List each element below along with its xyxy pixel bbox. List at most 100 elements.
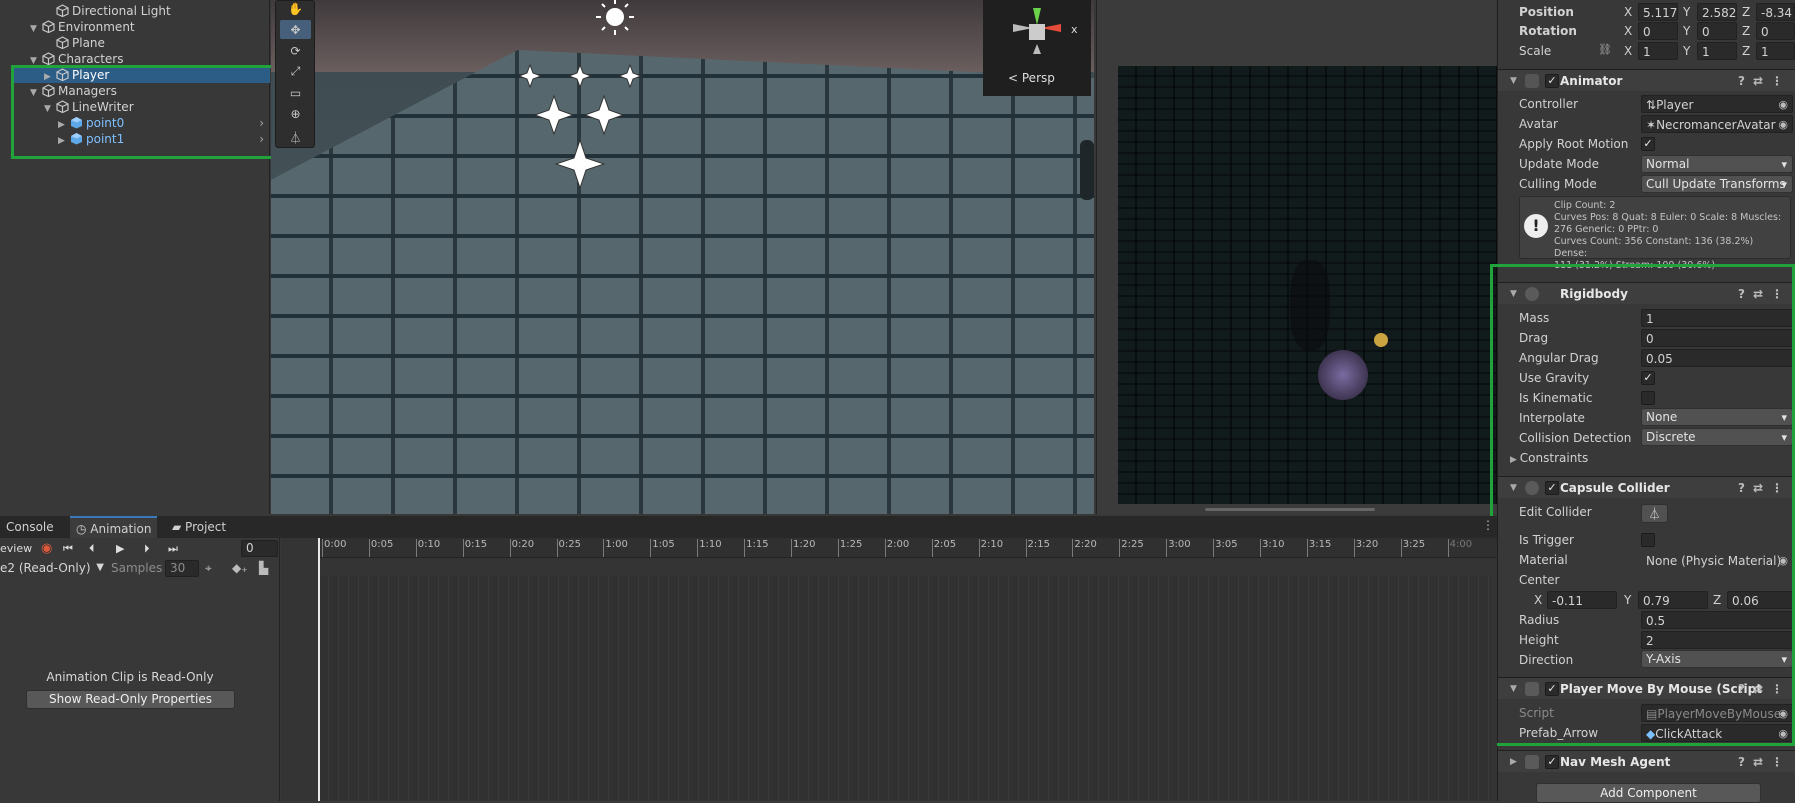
is-kinematic-checkbox[interactable]: [1641, 391, 1655, 405]
component-menu-icons[interactable]: ?⇄⋮: [1738, 70, 1791, 92]
play-icon[interactable]: ▶: [116, 541, 124, 557]
is-trigger-checkbox[interactable]: [1641, 533, 1655, 547]
nav-mesh-agent-enabled-checkbox[interactable]: ✓: [1545, 755, 1559, 769]
persp-toggle[interactable]: < Persp: [1008, 71, 1055, 85]
material-field[interactable]: None (Physic Material) ◉: [1641, 551, 1793, 569]
preview-button[interactable]: eview: [0, 541, 32, 557]
rotation-y-field[interactable]: 0: [1697, 22, 1737, 40]
transform-tool-icon[interactable]: ⊕: [280, 104, 311, 123]
radius-field[interactable]: 0.5: [1641, 611, 1795, 629]
hierarchy-item[interactable]: Directional Light: [0, 3, 270, 19]
edit-collider-button[interactable]: ⏃: [1641, 504, 1668, 523]
capsule-collider-header[interactable]: ▼ ✓ Capsule Collider ?⇄⋮: [1498, 476, 1795, 498]
hierarchy-item[interactable]: ▶ point1 ›: [0, 131, 270, 147]
hierarchy-item[interactable]: ▶ Player: [12, 67, 270, 83]
tab-animation[interactable]: ◷ Animation: [70, 516, 158, 538]
apply-root-motion-checkbox[interactable]: ✓: [1641, 137, 1655, 151]
component-menu-icons[interactable]: ?⇄⋮: [1738, 751, 1791, 773]
samples-field[interactable]: 30: [165, 560, 199, 577]
prev-key-icon[interactable]: ⏴: [89, 541, 95, 557]
show-read-only-properties-button[interactable]: Show Read-Only Properties: [26, 690, 235, 709]
controller-field[interactable]: ⇅Player ◉: [1641, 95, 1793, 113]
scale-tool-icon[interactable]: ⤢: [280, 62, 311, 81]
tab-project[interactable]: ▰ Project: [166, 516, 232, 538]
scale-z-field[interactable]: 1: [1756, 42, 1795, 60]
script-enabled-checkbox[interactable]: ✓: [1545, 682, 1559, 696]
mass-field[interactable]: 1: [1641, 309, 1795, 327]
scale-x-field[interactable]: 1: [1638, 42, 1678, 60]
hierarchy-item[interactable]: ▶ point0 ›: [0, 115, 270, 131]
custom-tool-icon[interactable]: ⏃: [280, 128, 311, 147]
hierarchy-item[interactable]: Plane: [0, 35, 270, 51]
center-x-field[interactable]: -0.11: [1547, 591, 1617, 609]
position-y-field[interactable]: 2.582: [1697, 3, 1737, 21]
open-prefab-chevron-icon[interactable]: ›: [259, 115, 264, 131]
next-key-icon[interactable]: ⏵: [144, 541, 150, 557]
rotation-z-field[interactable]: 0: [1756, 22, 1795, 40]
playhead[interactable]: [318, 538, 320, 801]
rotate-tool-icon[interactable]: ⟳: [280, 41, 311, 60]
fold-arrow-icon[interactable]: ▼: [1510, 477, 1517, 499]
position-x-field[interactable]: 5.117: [1638, 3, 1678, 21]
first-key-icon[interactable]: ⏮: [63, 541, 73, 557]
tab-console[interactable]: Console: [0, 516, 60, 538]
hierarchy-item[interactable]: ▼ LineWriter: [0, 99, 270, 115]
frame-field[interactable]: 0: [241, 540, 278, 557]
rigidbody-header[interactable]: ▼ Rigidbody ?⇄⋮: [1498, 282, 1795, 304]
interpolate-dropdown[interactable]: None: [1641, 408, 1793, 426]
dopesheet-tracks[interactable]: [318, 576, 1491, 801]
sun-icon[interactable]: [592, 0, 638, 36]
open-prefab-chevron-icon[interactable]: ›: [259, 131, 264, 147]
prefab-arrow-field[interactable]: ◆ClickAttack ◉: [1641, 724, 1793, 742]
object-picker-icon[interactable]: ◉: [1778, 116, 1788, 132]
rotation-x-field[interactable]: 0: [1638, 22, 1678, 40]
constraints-foldout[interactable]: ▶ Constraints: [1510, 449, 1588, 467]
direction-dropdown[interactable]: Y-Axis: [1641, 650, 1793, 668]
object-picker-icon[interactable]: ◉: [1778, 725, 1788, 741]
use-gravity-checkbox[interactable]: ✓: [1641, 371, 1655, 385]
culling-mode-dropdown[interactable]: Cull Update Transforms: [1641, 175, 1793, 193]
panel-menu-icon[interactable]: ⋮: [1482, 518, 1494, 532]
rect-tool-icon[interactable]: ▭: [280, 83, 311, 102]
player-move-script-header[interactable]: ▼ ✓ Player Move By Mouse (Script ?⇄⋮: [1498, 677, 1795, 699]
hierarchy-item[interactable]: ▼ Characters: [0, 51, 270, 67]
component-menu-icons[interactable]: ?⇄⋮: [1738, 477, 1791, 499]
center-z-field[interactable]: 0.06: [1727, 591, 1795, 609]
avatar-field[interactable]: ✶NecromancerAvatar ◉: [1641, 115, 1793, 133]
fold-arrow-icon[interactable]: ▼: [1510, 70, 1517, 92]
add-event-icon[interactable]: ◆₊: [232, 561, 248, 575]
last-key-icon[interactable]: ⏭: [168, 541, 178, 557]
capsule-collider-enabled-checkbox[interactable]: ✓: [1545, 481, 1559, 495]
position-z-field[interactable]: -8.34: [1756, 3, 1795, 21]
fold-arrow-icon[interactable]: ▼: [1510, 283, 1517, 305]
object-picker-icon[interactable]: ◉: [1778, 96, 1788, 112]
hierarchy-item[interactable]: ▼ Managers: [0, 83, 270, 99]
component-menu-icons[interactable]: ?⇄⋮: [1738, 283, 1791, 305]
fold-arrow-icon[interactable]: ▶: [1510, 751, 1517, 773]
constrain-scale-icon[interactable]: ⛓: [1598, 43, 1612, 56]
angular-drag-field[interactable]: 0.05: [1641, 349, 1795, 367]
object-picker-icon[interactable]: ◉: [1778, 552, 1788, 568]
hand-tool-icon[interactable]: ✋: [280, 0, 311, 18]
drag-field[interactable]: 0: [1641, 329, 1795, 347]
fold-arrow-icon[interactable]: ▶: [58, 133, 70, 149]
animator-enabled-checkbox[interactable]: ✓: [1545, 74, 1559, 88]
scale-y-field[interactable]: 1: [1697, 42, 1737, 60]
add-marker-icon[interactable]: ▙: [259, 561, 268, 575]
add-keyframe-icon[interactable]: ⌖: [205, 561, 212, 576]
record-icon[interactable]: ◉: [41, 541, 52, 557]
add-component-button[interactable]: Add Component: [1536, 783, 1761, 803]
component-menu-icons[interactable]: ?⇄⋮: [1738, 678, 1791, 700]
fold-arrow-icon[interactable]: ▼: [1510, 678, 1517, 700]
center-y-field[interactable]: 0.79: [1638, 591, 1708, 609]
point-light-icons[interactable]: [514, 60, 649, 195]
animator-header[interactable]: ▼ ✓ Animator ?⇄⋮: [1498, 69, 1795, 91]
clip-dropdown[interactable]: e2 (Read-Only) ▼: [0, 560, 106, 577]
move-tool-icon[interactable]: ✥: [280, 20, 311, 39]
collision-detection-dropdown[interactable]: Discrete: [1641, 428, 1793, 446]
hierarchy-item[interactable]: ▼ Environment: [0, 19, 270, 35]
update-mode-dropdown[interactable]: Normal: [1641, 155, 1793, 173]
nav-mesh-agent-header[interactable]: ▶ ✓ Nav Mesh Agent ?⇄⋮: [1498, 750, 1795, 772]
game-view-scrollbar[interactable]: [1205, 508, 1375, 511]
height-field[interactable]: 2: [1641, 631, 1795, 649]
